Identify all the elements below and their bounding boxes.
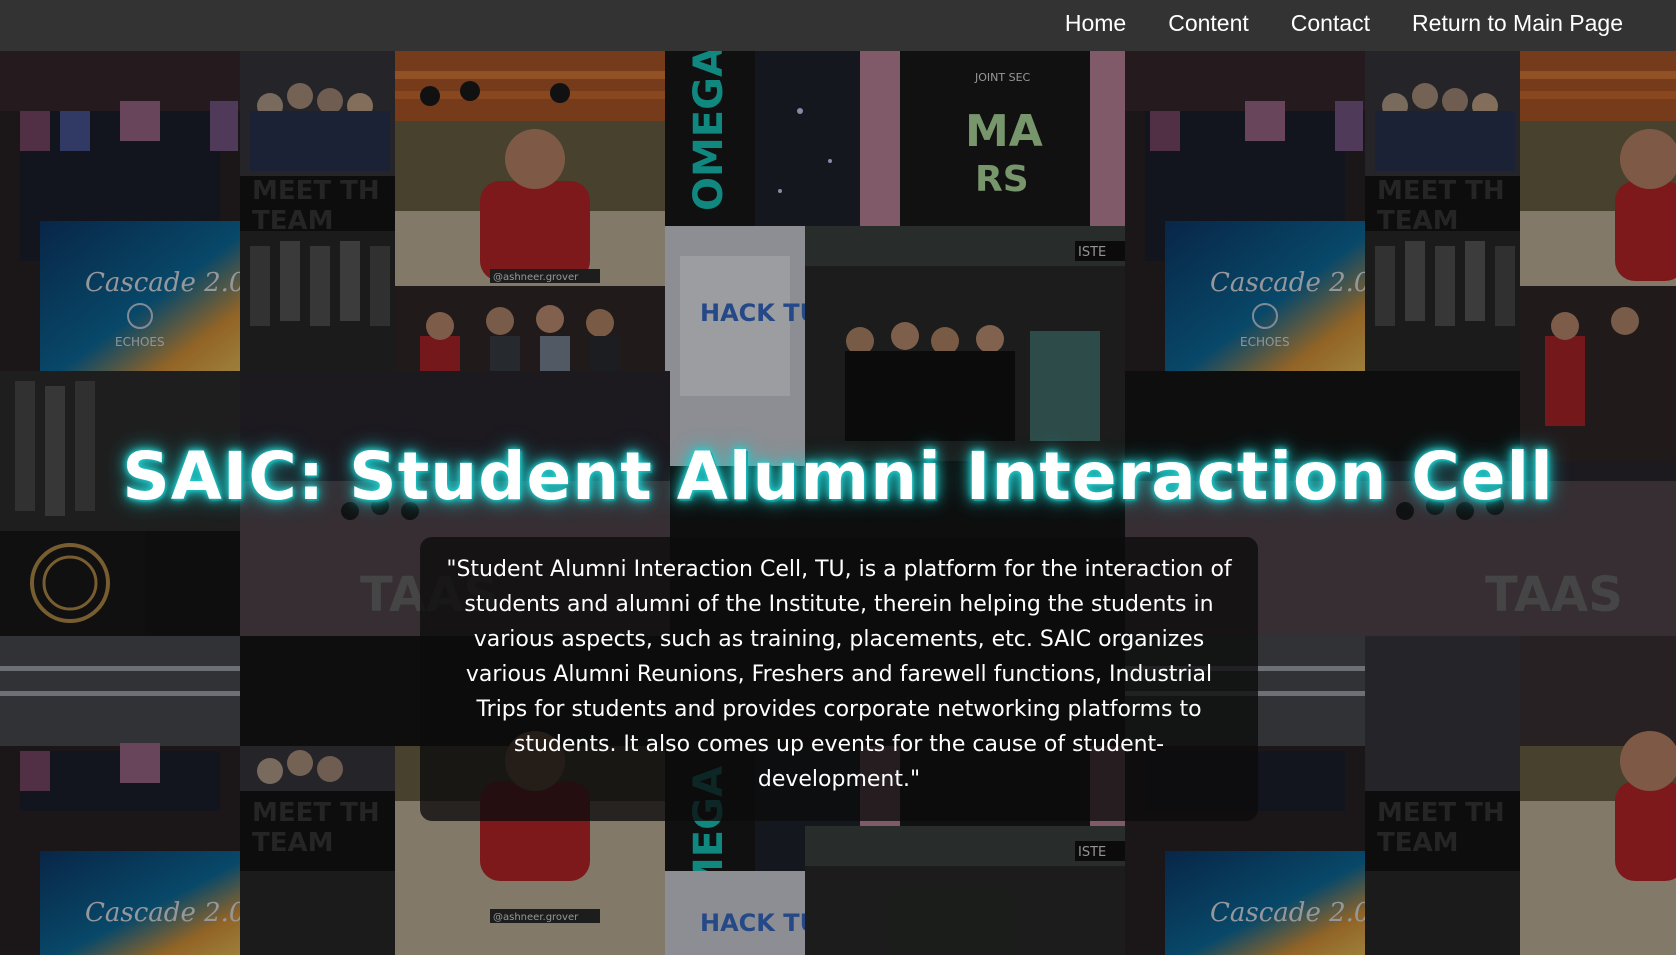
description-text: "Student Alumni Interaction Cell, TU, is… [446,557,1232,792]
nav-home-link[interactable]: Home [1044,10,1147,37]
page: Home Content Contact Return to Main Page… [0,0,1676,955]
top-navbar: Home Content Contact Return to Main Page [0,0,1676,51]
nav-contact-link[interactable]: Contact [1270,10,1391,37]
nav-return-main-link[interactable]: Return to Main Page [1391,10,1644,37]
nav-content-link[interactable]: Content [1147,10,1270,37]
page-title: SAIC: Student Alumni Interaction Cell [122,438,1554,515]
description-card: "Student Alumni Interaction Cell, TU, is… [420,537,1258,821]
nav-links: Home Content Contact Return to Main Page [1044,0,1644,46]
